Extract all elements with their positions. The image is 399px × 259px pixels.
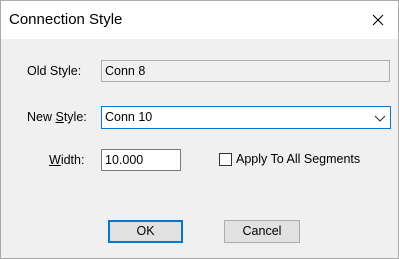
new-style-value: Conn 10 — [105, 110, 153, 124]
new-style-label-prefix: New — [27, 110, 56, 124]
chevron-down-icon — [374, 115, 386, 122]
title-bar: Connection Style — [1, 1, 398, 39]
new-style-label-accel: S — [55, 110, 64, 124]
apply-all-label[interactable]: Apply To All Segments — [236, 152, 360, 166]
new-style-label: New Style: — [27, 110, 87, 124]
close-button[interactable] — [364, 6, 392, 34]
new-style-dropdown[interactable]: Conn 10 — [101, 106, 391, 129]
width-label: Width: — [49, 153, 84, 167]
width-label-accel: W — [49, 153, 61, 167]
close-icon — [372, 14, 384, 26]
old-style-field: Conn 8 — [101, 60, 390, 82]
connection-style-dialog: Connection Style Old Style: Conn 8 New S… — [0, 0, 399, 259]
apply-all-checkbox[interactable] — [219, 153, 232, 166]
width-input[interactable]: 10.000 — [101, 149, 181, 171]
ok-button[interactable]: OK — [108, 220, 183, 243]
dialog-body: Old Style: Conn 8 New Style: Conn 10 Wid… — [1, 39, 398, 258]
dialog-title: Connection Style — [9, 11, 123, 28]
old-style-label: Old Style: — [27, 64, 82, 78]
new-style-label-suffix: tyle: — [63, 110, 87, 124]
cancel-button[interactable]: Cancel — [224, 220, 300, 243]
width-label-suffix: idth: — [60, 153, 85, 167]
